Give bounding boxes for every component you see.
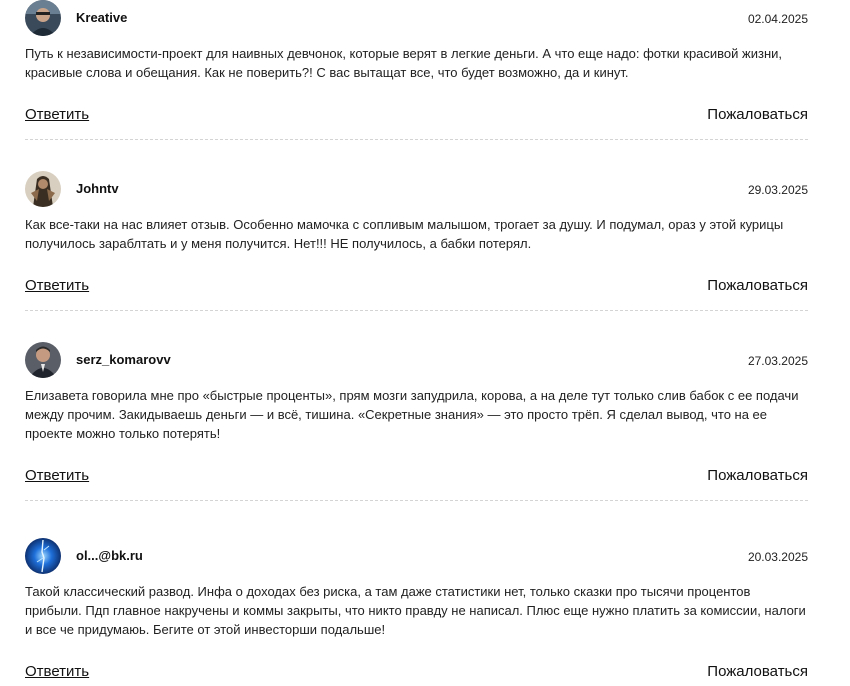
comments-list: Kreative 02.04.2025 Путь к независимости…: [0, 0, 850, 686]
comment-actions: Ответить Пожаловаться: [25, 106, 808, 126]
report-link[interactable]: Пожаловаться: [707, 467, 808, 484]
avatar[interactable]: [25, 538, 61, 574]
comment-actions: Ответить Пожаловаться: [25, 663, 808, 683]
comment-header: serz_komarovv 27.03.2025: [25, 342, 808, 378]
comment-item: serz_komarovv 27.03.2025 Елизавета говор…: [25, 342, 808, 501]
comment-author: Johntv: [76, 181, 119, 196]
comment-date: 29.03.2025: [747, 183, 808, 197]
comment-text: Такой классический развод. Инфа о дохода…: [25, 584, 806, 637]
comment-divider: [25, 500, 808, 501]
comment-author: ol...@bk.ru: [76, 548, 143, 563]
report-link[interactable]: Пожаловаться: [707, 663, 808, 680]
avatar[interactable]: [25, 171, 61, 207]
comment-text: Путь к независимости-проект для наивных …: [25, 46, 783, 80]
comment-item: Kreative 02.04.2025 Путь к независимости…: [25, 0, 808, 140]
comment-divider: [25, 310, 808, 311]
comment-date: 02.04.2025: [747, 12, 808, 26]
comment-text: Как все-таки на нас влияет отзыв. Особен…: [25, 217, 784, 251]
comment-text: Елизавета говорила мне про «быстрые проц…: [25, 388, 799, 441]
comment-header: ol...@bk.ru 20.03.2025: [25, 538, 808, 574]
comment-header: Kreative 02.04.2025: [25, 0, 808, 36]
comment-item: ol...@bk.ru 20.03.2025 Такой классически…: [25, 538, 808, 680]
comment-divider: [25, 139, 808, 140]
reply-link[interactable]: Ответить: [25, 277, 89, 294]
comment-author: Kreative: [76, 10, 128, 25]
reply-link[interactable]: Ответить: [25, 467, 89, 484]
comment-actions: Ответить Пожаловаться: [25, 277, 808, 297]
avatar[interactable]: [25, 342, 61, 378]
comment-date: 20.03.2025: [747, 550, 808, 564]
comment-item: Johntv 29.03.2025 Как все-таки на нас вл…: [25, 171, 808, 311]
reply-link[interactable]: Ответить: [25, 663, 89, 680]
report-link[interactable]: Пожаловаться: [707, 277, 808, 294]
avatar[interactable]: [25, 0, 61, 36]
reply-link[interactable]: Ответить: [25, 106, 89, 123]
comment-date: 27.03.2025: [747, 354, 808, 368]
comment-actions: Ответить Пожаловаться: [25, 467, 808, 487]
report-link[interactable]: Пожаловаться: [707, 106, 808, 123]
comment-author: serz_komarovv: [76, 352, 171, 367]
comment-header: Johntv 29.03.2025: [25, 171, 808, 207]
